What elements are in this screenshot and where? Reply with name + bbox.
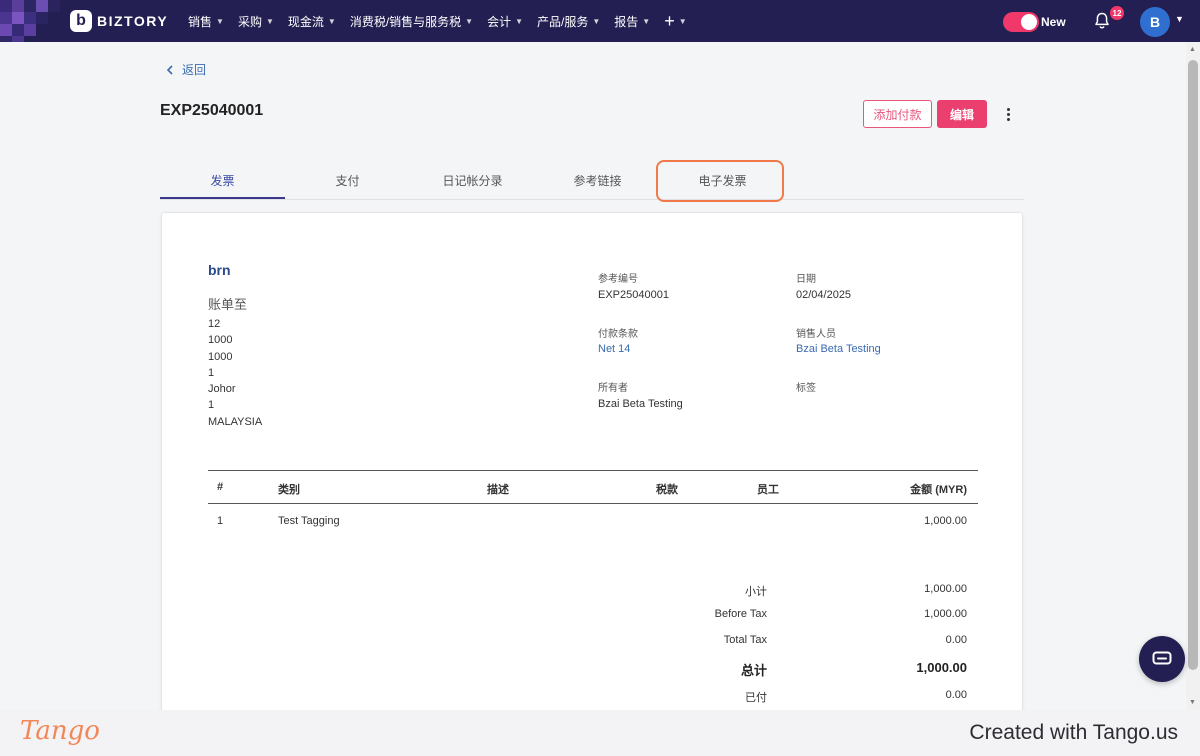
tango-logo: Tango [20,716,100,746]
salesperson-label: 销售人员 [796,329,836,340]
page-content: 返回 EXP25040001 添加付款 编辑 发票 支付 日记帐分录 参考链接 … [0,42,1186,722]
payment-terms-value[interactable]: Net 14 [598,343,630,355]
address-line: 1000 [208,334,233,347]
date-value: 02/04/2025 [796,289,852,301]
menu-item-tax[interactable]: 消费税/销售与服务税 ▼ [350,13,473,30]
plus-icon: + [664,11,675,31]
bill-to-address: 12 1000 1000 1 Johor 1 MALAYSIA [208,316,262,430]
edit-button[interactable]: 编辑 [937,100,987,128]
col-header-amount: 金额 (MYR) [910,484,967,496]
address-line: 1000 [208,350,233,363]
chevron-down-icon: ▼ [327,16,336,26]
subtotal-label: 小计 [745,586,767,598]
col-header-employee: 员工 [757,484,779,496]
menu-item-purchases[interactable]: 采购 ▼ [238,13,274,30]
col-header-description: 描述 [487,484,509,496]
address-line: Johor [208,383,236,396]
owner-label: 所有者 [598,383,628,394]
address-line: 12 [208,318,221,330]
payment-terms-label: 付款条款 [598,329,638,340]
tab-reference-links[interactable]: 参考链接 [535,164,660,199]
tags-label: 标签 [796,383,816,394]
notification-badge: 12 [1110,6,1124,20]
total-tax-label: Total Tax [723,634,767,646]
chevron-down-icon: ▼ [465,16,474,26]
subtotal-value: 1,000.00 [924,583,967,595]
main-menu: 销售 ▼ 采购 ▼ 现金流 ▼ 消费税/销售与服务税 ▼ 会计 ▼ 产品/服务 ▼ 报告 ▼ … [188,0,687,42]
date-label: 日期 [796,274,816,285]
paid-value: 0.00 [945,689,967,701]
chevron-down-icon: ▼ [678,16,687,26]
toggle-knob [1021,14,1037,30]
tab-invoice[interactable]: 发票 [160,164,285,199]
col-header-category: 类别 [278,484,300,496]
chevron-down-icon: ▼ [515,16,524,26]
address-line: MALAYSIA [208,415,263,428]
vendor-name[interactable]: brn [208,262,231,278]
menu-item-sales[interactable]: 销售 ▼ [188,13,224,30]
menu-item-products[interactable]: 产品/服务 ▼ [537,13,600,30]
chat-widget-button[interactable] [1139,636,1185,682]
menu-item-cashflow[interactable]: 现金流 ▼ [288,13,336,30]
brand-logo[interactable]: b BIZTORY [70,10,168,32]
chevron-left-icon [166,64,173,75]
tab-payments[interactable]: 支付 [285,164,410,199]
chevron-down-icon[interactable]: ▼ [1175,14,1184,24]
total-tax-value: 0.00 [945,634,967,646]
chevron-down-icon: ▼ [592,16,601,26]
ref-number-value: EXP25040001 [598,289,669,301]
menu-item-add[interactable]: + ▼ [664,12,686,30]
top-nav: b BIZTORY 销售 ▼ 采购 ▼ 现金流 ▼ 消费税/销售与服务税 ▼ 会计 ▼ 产… [0,0,1200,42]
brand-name: BIZTORY [97,13,169,29]
table-top-rule [208,470,978,471]
page-scrollbar[interactable]: ▲ ▼ [1186,42,1200,710]
chevron-down-icon: ▼ [216,16,224,26]
avatar[interactable]: B [1140,7,1170,37]
bell-icon[interactable] [1092,11,1112,31]
address-line: 1 [208,399,215,412]
bill-to-label: 账单至 [208,297,248,312]
menu-item-accounting[interactable]: 会计 ▼ [487,13,523,30]
new-ui-toggle[interactable] [1003,12,1039,32]
row-number: 1 [217,515,224,527]
add-payment-button[interactable]: 添加付款 [863,100,932,128]
created-with-text: Created with Tango.us [969,721,1178,744]
chevron-down-icon: ▼ [265,16,274,26]
tab-bar: 发票 支付 日记帐分录 参考链接 电子发票 [160,164,1024,200]
chevron-down-icon: ▼ [642,16,651,26]
scrollbar-thumb[interactable] [1188,60,1198,670]
page-title: EXP25040001 [160,102,264,119]
salesperson-value[interactable]: Bzai Beta Testing [796,343,881,355]
col-header-tax: 税款 [656,484,678,496]
address-line: 1 [208,366,215,379]
tutorial-highlight [656,160,784,202]
invoice-card: brn 账单至 12 1000 1000 1 Johor 1 MALAYSIA … [161,212,1023,722]
before-tax-value: 1,000.00 [924,608,967,620]
col-header-number: # [217,481,224,493]
table-header-rule [208,503,978,504]
chat-icon [1152,651,1172,665]
paid-label: 已付 [745,692,767,704]
tango-footer: Tango Created with Tango.us [0,710,1200,756]
total-label: 总计 [740,663,767,678]
total-value: 1,000.00 [916,660,967,675]
row-category[interactable]: Test Tagging [278,515,340,527]
brand-icon: b [70,10,92,32]
scroll-down-icon[interactable]: ▼ [1189,699,1196,706]
ref-number-label: 参考编号 [598,274,638,285]
more-options-icon[interactable] [1001,104,1015,124]
scroll-up-icon[interactable]: ▲ [1189,46,1196,53]
owner-value: Bzai Beta Testing [598,398,683,410]
back-link[interactable]: 返回 [166,61,206,78]
tab-journal-entries[interactable]: 日记帐分录 [410,164,535,199]
row-amount: 1,000.00 [924,515,967,527]
new-ui-toggle-label: New [1041,15,1066,29]
menu-item-reports[interactable]: 报告 ▼ [614,13,650,30]
before-tax-label: Before Tax [714,608,767,620]
